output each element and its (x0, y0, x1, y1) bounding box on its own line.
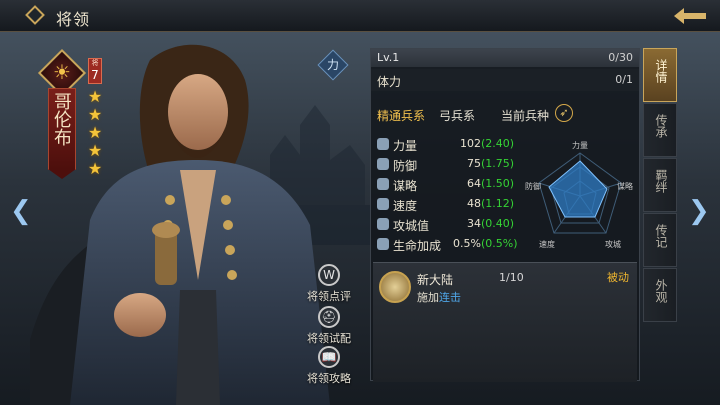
level-label: Lv.1 (377, 51, 400, 64)
star-rating: ★ ★ ★ ★ ★ (86, 88, 104, 178)
stat-row: 速度 48 (1.12) (377, 195, 527, 215)
stamina-bar: 体力 0/1 (371, 69, 639, 91)
previous-hero-chevron-icon[interactable]: ❮ (10, 196, 32, 226)
page-title: 将领 (56, 10, 91, 29)
level-bar: Lv.1 0/30 (371, 49, 639, 67)
stat-bonus: (1.75) (481, 157, 515, 170)
stat-radar-chart: 力量 谋略 攻城 速度 防御 (525, 140, 633, 249)
troop-type: 弓兵系 (439, 109, 476, 123)
star-icon: ★ (87, 105, 103, 124)
hero-trial-label: 将领试配 (307, 332, 351, 345)
star-icon: ★ (87, 141, 103, 160)
tab-label: 外观 (654, 279, 668, 303)
level-exp: 0/30 (608, 51, 633, 64)
stat-value: 64 (467, 177, 481, 190)
shield-icon (377, 158, 389, 170)
review-icon: W (318, 264, 340, 286)
stat-bonus: (1.12) (481, 197, 515, 210)
tab-appearance[interactable]: 外观 (643, 268, 677, 322)
hammer-icon (377, 218, 389, 230)
stat-bonus: (1.50) (481, 177, 515, 190)
hero-trial-button[interactable]: ⛑ 将领试配 (304, 306, 354, 346)
stat-name: 防御 (393, 159, 418, 173)
stamina-label: 体力 (377, 75, 402, 89)
stat-name: 攻城值 (393, 219, 430, 233)
troop-mastery-label: 精通兵系 (377, 109, 426, 123)
stat-value: 48 (467, 197, 481, 210)
stat-name: 生命加成 (393, 239, 442, 253)
hero-review-button[interactable]: W 将领点评 (304, 264, 354, 304)
radar-label-left-bottom: 速度 (539, 239, 555, 249)
skill-description: 施加连击 (417, 289, 461, 305)
hero-guide-label: 将领攻略 (307, 372, 351, 385)
hero-info-panel: Lv.1 0/30 体力 0/1 精通兵系 弓兵系 当前兵种 ➶ 力量 102 … (370, 48, 640, 382)
skill-icon (379, 271, 411, 303)
hero-name: 哥伦布 (51, 92, 72, 146)
book-icon (377, 178, 389, 190)
stat-name: 力量 (393, 139, 418, 153)
tab-bonds[interactable]: 羁绊 (643, 158, 677, 212)
next-hero-chevron-icon[interactable]: ❯ (688, 196, 710, 226)
skill-keyword-link[interactable]: 连击 (439, 291, 461, 304)
troop-row: 精通兵系 弓兵系 当前兵种 ➶ (371, 101, 639, 127)
skill-level: 1/10 (499, 271, 524, 284)
unit-type-label: 力 (326, 58, 339, 72)
skill-card[interactable]: 新大陆 1/10 被动 施加连击 (373, 262, 637, 382)
radar-label-right-bottom: 攻城 (605, 239, 621, 249)
strength-icon (377, 138, 389, 150)
stat-value: 0.5% (453, 237, 481, 250)
sun-icon: ☀ (53, 60, 71, 84)
bow-icon[interactable]: ➶ (555, 104, 573, 122)
back-arrow-icon[interactable] (670, 4, 710, 28)
tab-details[interactable]: 详情 (643, 48, 677, 102)
star-icon: ★ (87, 159, 103, 178)
skill-type: 被动 (607, 271, 629, 284)
heart-icon (377, 238, 389, 250)
top-bar: 将领 (0, 0, 720, 32)
radar-label-left-top: 防御 (525, 181, 541, 191)
stat-bonus: (0.5%) (481, 237, 518, 250)
current-troop-label: 当前兵种 (501, 109, 550, 123)
rank-label: 将 (91, 59, 99, 67)
stats-list: 力量 102 (2.40) 防御 75 (1.75) 谋略 64 (1.50) … (377, 135, 527, 255)
tab-label: 详情 (654, 59, 668, 83)
stat-row: 谋略 64 (1.50) (377, 175, 527, 195)
stat-name: 速度 (393, 199, 418, 213)
radar-label-right-top: 谋略 (617, 181, 633, 191)
stat-row: 力量 102 (2.40) (377, 135, 527, 155)
stat-bonus: (2.40) (481, 137, 515, 150)
star-icon: ★ (87, 87, 103, 106)
hero-review-label: 将领点评 (307, 290, 351, 303)
tab-label: 羁绊 (654, 169, 668, 193)
stat-value: 75 (467, 157, 481, 170)
stat-row: 防御 75 (1.75) (377, 155, 527, 175)
tab-label: 传记 (654, 224, 668, 248)
stat-value: 34 (467, 217, 481, 230)
detail-tabs: 详情 传承 羁绊 传记 外观 (643, 48, 677, 323)
tab-inheritance[interactable]: 传承 (643, 103, 677, 157)
hero-detail-screen: 将领 ☀ 哥伦布 将 7 ★ ★ ★ ★ ★ ❮ ❯ 力 W 将领点评 ⛑ 将领试配 📖… (0, 0, 720, 405)
skill-desc-prefix: 施加 (417, 291, 439, 304)
tab-label: 传承 (654, 114, 668, 138)
stat-name: 谋略 (393, 179, 418, 193)
rank-level: 7 (91, 68, 99, 82)
boot-icon (377, 198, 389, 210)
hero-guide-button[interactable]: 📖 将领攻略 (304, 346, 354, 386)
stamina-value: 0/1 (615, 73, 633, 86)
helmet-icon: ⛑ (318, 306, 340, 328)
stat-bonus: (0.40) (481, 217, 515, 230)
stat-value: 102 (460, 137, 481, 150)
tab-biography[interactable]: 传记 (643, 213, 677, 267)
stat-row: 生命加成 0.5% (0.5%) (377, 235, 527, 255)
title-ornament-icon (25, 5, 45, 25)
radar-label-top: 力量 (572, 140, 588, 150)
book-icon: 📖 (318, 346, 340, 368)
stat-row: 攻城值 34 (0.40) (377, 215, 527, 235)
star-icon: ★ (87, 123, 103, 142)
skill-name: 新大陆 (417, 273, 454, 287)
rank-badge: 将 7 (88, 58, 102, 84)
